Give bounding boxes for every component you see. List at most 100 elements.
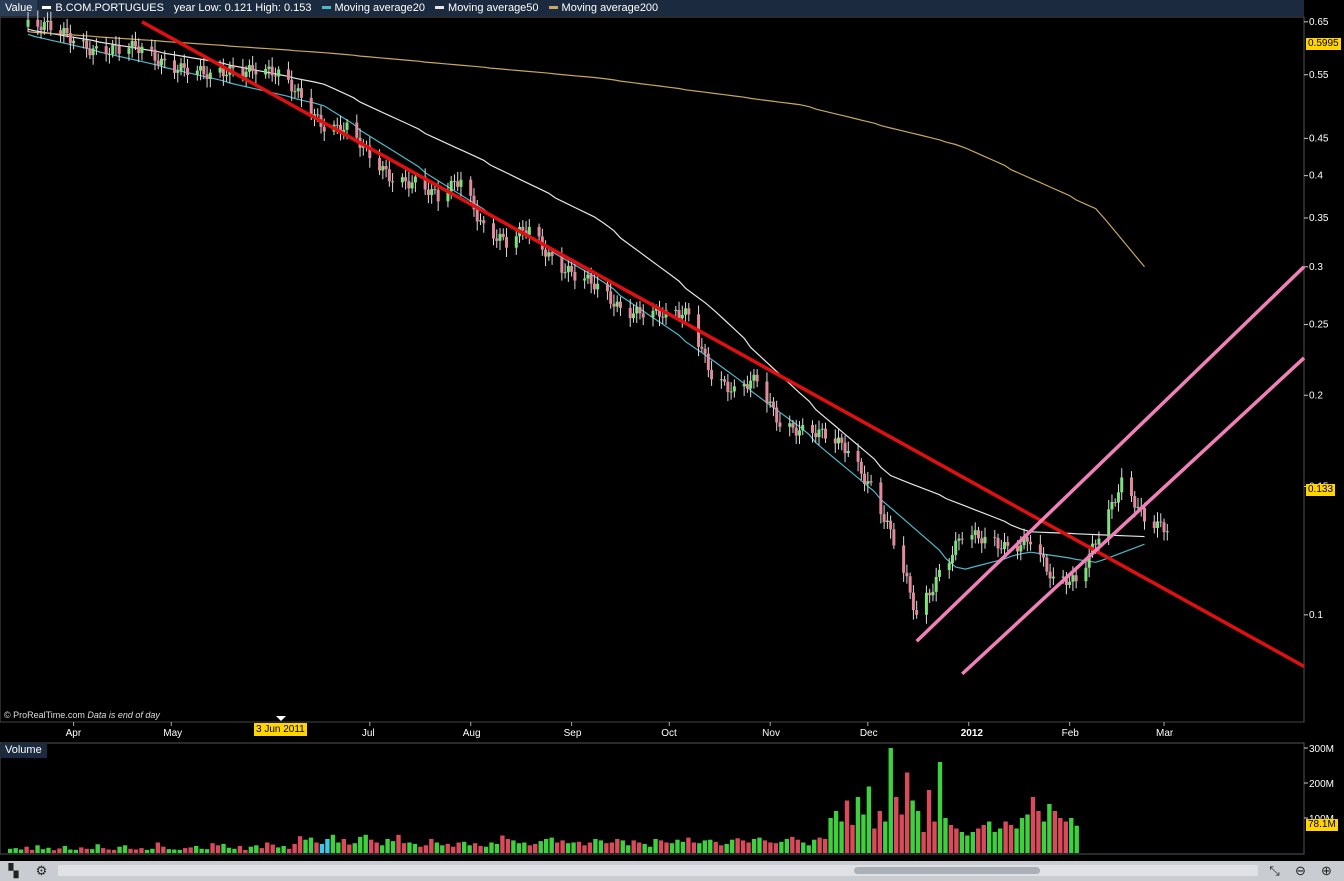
zoom-out-icon[interactable]: ⊖ bbox=[1292, 863, 1309, 878]
candle-body bbox=[788, 423, 792, 427]
x-tick-label: 2012 bbox=[961, 728, 984, 739]
candle-body bbox=[710, 369, 714, 380]
tools-icon[interactable]: ⚙ bbox=[33, 863, 50, 878]
volume-bar bbox=[631, 840, 636, 853]
volume-bar bbox=[407, 842, 412, 853]
volume-bar bbox=[472, 843, 478, 853]
volume-bar bbox=[18, 849, 24, 853]
candle-body bbox=[391, 181, 395, 183]
candle-body bbox=[1156, 521, 1160, 528]
candle-body bbox=[1094, 543, 1098, 545]
x-tick-label: Apr bbox=[66, 728, 82, 739]
volume-bar bbox=[374, 842, 379, 853]
candle-body bbox=[1084, 567, 1088, 582]
candle-body bbox=[931, 591, 935, 596]
zoom-fit-icon[interactable]: ⤡ bbox=[1266, 863, 1283, 878]
horizontal-scrollbar[interactable] bbox=[58, 865, 1258, 876]
candle-body bbox=[856, 450, 860, 462]
volume-bar bbox=[423, 845, 429, 853]
candle-body bbox=[999, 548, 1003, 550]
volume-bar bbox=[363, 834, 368, 853]
candle-body bbox=[208, 72, 212, 79]
candle-body bbox=[218, 67, 222, 73]
volume-bar bbox=[172, 849, 177, 853]
candle-body bbox=[742, 384, 746, 387]
volume-bar bbox=[549, 837, 554, 853]
x-tick-label: Jul bbox=[362, 728, 375, 739]
candle-body bbox=[1029, 541, 1033, 545]
volume-bar bbox=[483, 846, 489, 853]
candle-body bbox=[1006, 542, 1010, 546]
volume-bar bbox=[347, 844, 352, 853]
chart-type-icon[interactable]: ▚ bbox=[5, 863, 22, 878]
volume-bar bbox=[1019, 818, 1025, 853]
volume-bar bbox=[511, 840, 516, 853]
volume-bar bbox=[259, 848, 264, 853]
price-chart[interactable]: 0.650.550.450.40.350.30.250.20.150.1AprM… bbox=[0, 0, 1344, 861]
candle-body bbox=[163, 58, 167, 61]
volume-bar bbox=[1003, 821, 1008, 853]
volume-bar bbox=[872, 828, 877, 853]
volume-bars-group bbox=[8, 748, 1079, 853]
volume-bar bbox=[1047, 804, 1052, 853]
candle-body bbox=[85, 40, 89, 49]
candle-body bbox=[140, 46, 144, 54]
x-tick-label: Mar bbox=[1156, 728, 1174, 739]
candle-body bbox=[1116, 492, 1120, 503]
candle-body bbox=[72, 40, 76, 44]
candle-body bbox=[996, 537, 1000, 549]
volume-bar bbox=[330, 834, 336, 853]
candle-body bbox=[771, 401, 775, 408]
zoom-in-icon[interactable]: ⊕ bbox=[1318, 863, 1335, 878]
volume-bar bbox=[292, 843, 297, 853]
candle-body bbox=[703, 348, 707, 354]
candle-body bbox=[954, 540, 958, 555]
y-tick-label: 0.25 bbox=[1309, 320, 1329, 331]
volume-bar bbox=[210, 843, 215, 853]
candle-body bbox=[674, 310, 678, 312]
candle-body bbox=[81, 40, 85, 42]
volume-bar bbox=[773, 843, 779, 853]
volume-bar bbox=[51, 850, 57, 853]
candle-body bbox=[498, 233, 502, 241]
volume-bar bbox=[522, 842, 527, 853]
candle-body bbox=[1113, 501, 1117, 503]
candle-body bbox=[290, 79, 294, 92]
volume-bar bbox=[833, 811, 839, 853]
volume-bar bbox=[1036, 811, 1041, 853]
candle-body bbox=[635, 307, 639, 314]
volume-bar bbox=[642, 843, 647, 853]
candle-body bbox=[156, 60, 160, 66]
candle-body bbox=[91, 48, 95, 56]
scrollbar-thumb[interactable] bbox=[854, 867, 1040, 874]
candle-body bbox=[947, 563, 951, 571]
candle-body bbox=[885, 520, 889, 523]
volume-bar bbox=[735, 838, 740, 853]
candle-body bbox=[573, 271, 577, 281]
candle-body bbox=[560, 255, 564, 273]
volume-bar bbox=[111, 849, 117, 853]
volume-bar bbox=[308, 837, 314, 853]
volume-bar bbox=[915, 811, 921, 853]
volume-bar bbox=[593, 839, 598, 853]
candle-body bbox=[863, 473, 867, 485]
volume-bar bbox=[401, 843, 407, 853]
volume-bar bbox=[243, 849, 248, 853]
candle-body bbox=[596, 283, 600, 290]
candle-body bbox=[205, 74, 209, 79]
candle-body bbox=[905, 572, 909, 577]
date-marker[interactable]: 3 Jun 2011 bbox=[254, 723, 307, 736]
volume-bar bbox=[155, 842, 161, 853]
volume-bar bbox=[352, 843, 357, 853]
candle-body bbox=[293, 91, 297, 93]
candle-body bbox=[970, 535, 974, 540]
candle-body bbox=[977, 530, 980, 539]
volume-bar bbox=[899, 814, 904, 853]
volume-bar bbox=[166, 849, 171, 853]
volume-bar bbox=[73, 849, 79, 853]
candle-body bbox=[475, 209, 479, 222]
candle-body bbox=[202, 65, 206, 75]
volume-bar bbox=[839, 821, 844, 853]
candle-body bbox=[902, 545, 906, 573]
candle-body bbox=[195, 70, 199, 76]
